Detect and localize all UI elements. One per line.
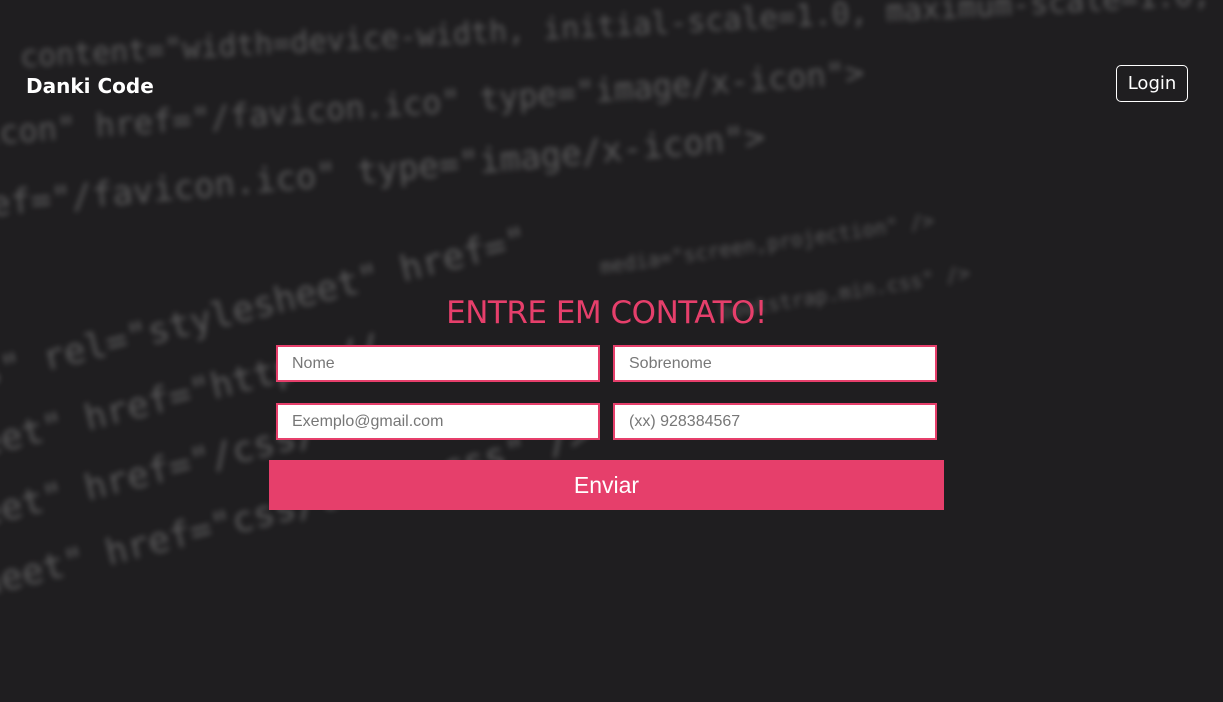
contact-form: ENTRE EM CONTATO! Enviar [269, 290, 944, 510]
login-button[interactable]: Login [1116, 65, 1188, 102]
form-row-names [276, 345, 937, 382]
first-name-input[interactable] [276, 345, 600, 382]
phone-input[interactable] [613, 403, 937, 440]
logo-text[interactable]: Danki Code [26, 74, 154, 98]
last-name-input[interactable] [613, 345, 937, 382]
site-header: Danki Code Login [0, 0, 1223, 140]
form-row-contact [276, 403, 937, 440]
submit-button[interactable]: Enviar [269, 460, 944, 510]
email-input[interactable] [276, 403, 600, 440]
contact-title: ENTRE EM CONTATO! [446, 295, 767, 331]
